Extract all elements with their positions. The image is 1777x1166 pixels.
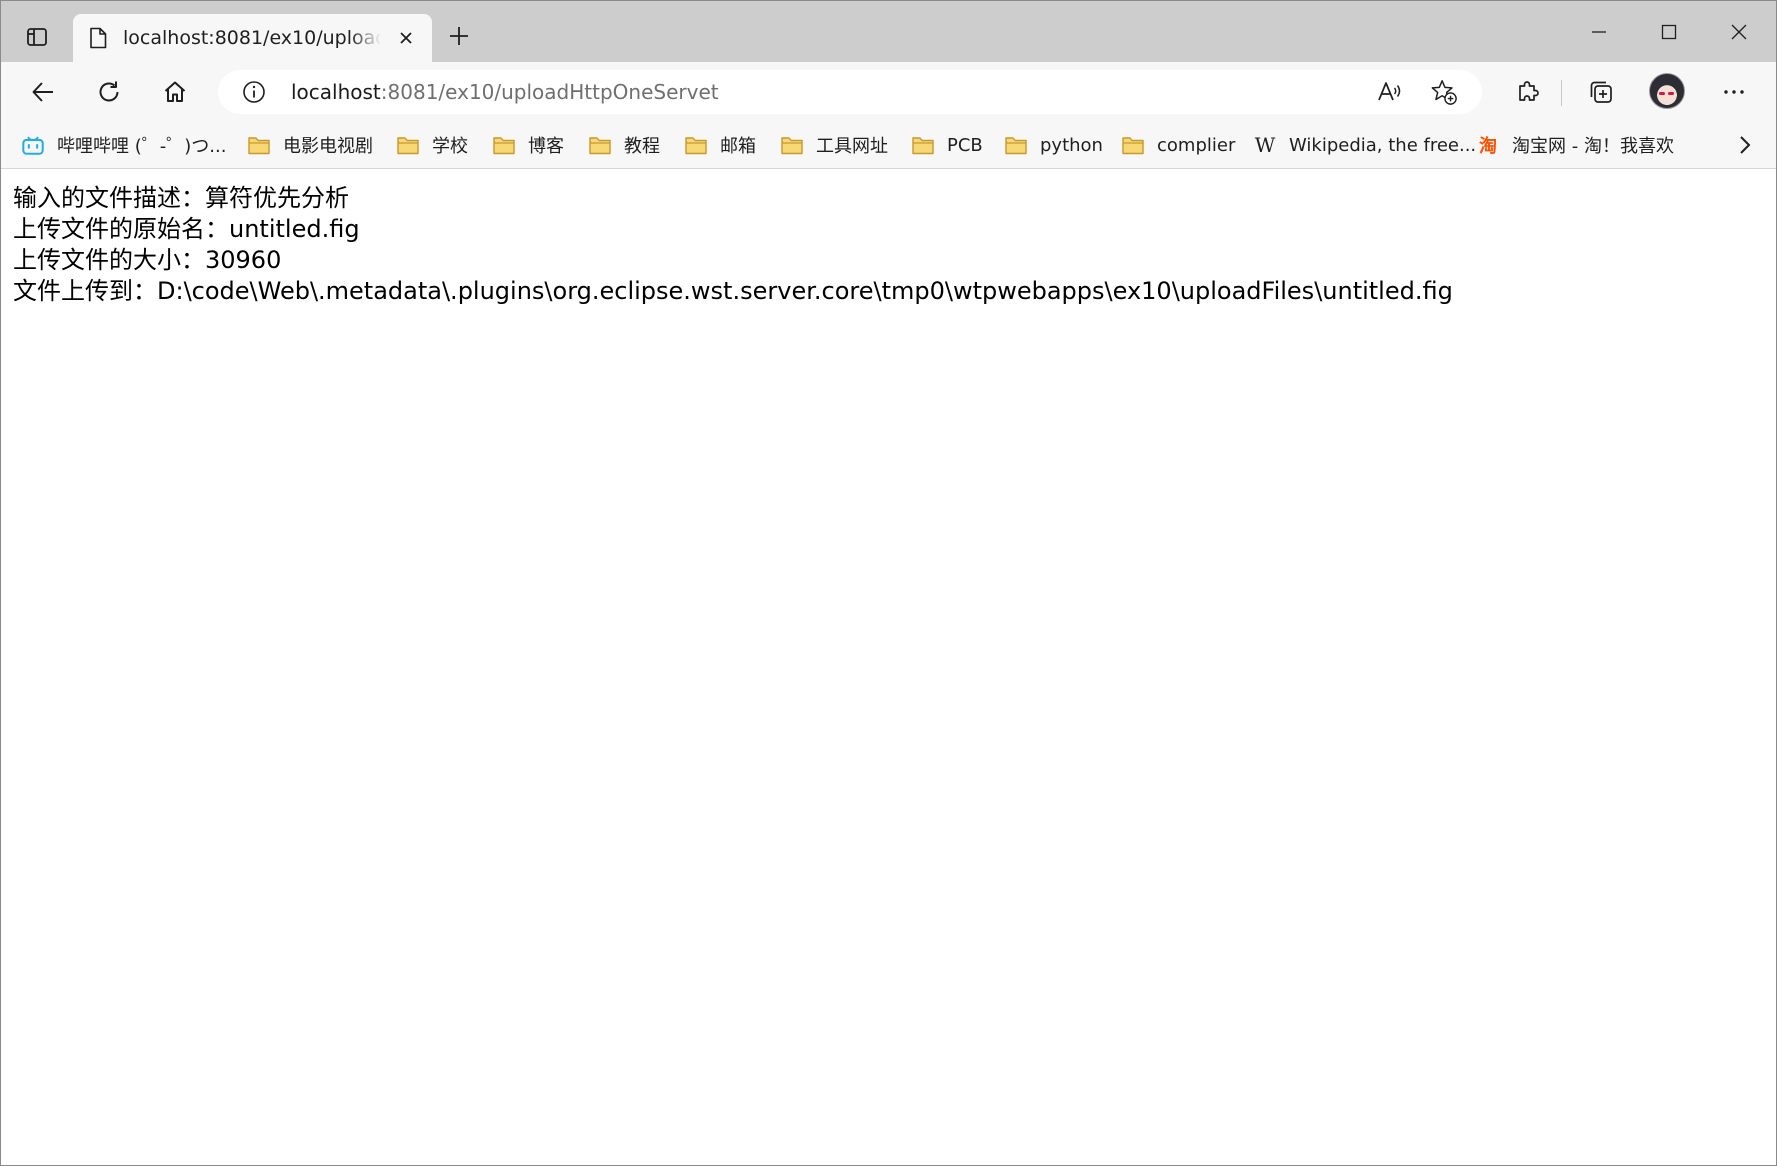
bookmark-taobao[interactable]: 淘 淘宝网 - 淘！我喜欢 <box>1476 122 1674 168</box>
maximize-icon <box>1661 24 1677 40</box>
bookmarks-bar: 哔哩哔哩 (゜-゜)つ... 电影电视剧 学校 博客 教程 邮箱 工具网址 PC… <box>1 122 1776 169</box>
file-description-line: 输入的文件描述：算符优先分析 <box>13 184 349 212</box>
navigation-toolbar: localhost:8081/ex10/uploadHttpOneServet <box>1 62 1776 122</box>
tab-actions-button[interactable] <box>19 19 55 55</box>
tab-active[interactable]: localhost:8081/ex10/uploadHttpOneServet <box>73 14 432 62</box>
back-button[interactable] <box>22 71 64 113</box>
puzzle-icon <box>1519 81 1539 101</box>
tab-strip: localhost:8081/ex10/uploadHttpOneServet <box>1 1 1776 62</box>
bookmark-label: 教程 <box>624 136 660 157</box>
upload-path-line: 文件上传到：D:\code\Web\.metadata\.plugins\org… <box>13 277 1453 305</box>
info-icon <box>243 81 265 103</box>
original-filename-line: 上传文件的原始名：untitled.fig <box>13 215 360 243</box>
bookmark-folder-tutorials[interactable]: 教程 <box>588 122 660 168</box>
home-icon <box>164 81 186 102</box>
bookmark-wikipedia[interactable]: W Wikipedia, the free... <box>1253 122 1476 168</box>
minimize-button[interactable] <box>1576 11 1622 53</box>
bookmark-folder-tools[interactable]: 工具网址 <box>780 122 888 168</box>
bookmarks-overflow-button[interactable] <box>1732 132 1758 158</box>
collections-icon <box>1590 81 1612 103</box>
bookmark-folder-blog[interactable]: 博客 <box>492 122 564 168</box>
read-aloud-icon <box>1378 82 1401 101</box>
plus-icon <box>450 27 468 45</box>
new-tab-button[interactable] <box>443 20 475 52</box>
site-info-button[interactable] <box>242 80 266 104</box>
more-dots-icon <box>1724 90 1744 94</box>
folder-icon <box>247 133 271 157</box>
folder-icon <box>588 133 612 157</box>
bookmark-label: complier <box>1157 134 1236 156</box>
tab-close-button[interactable] <box>394 26 418 50</box>
toolbar-divider <box>1561 80 1562 106</box>
maximize-button[interactable] <box>1646 11 1692 53</box>
bookmark-folder-python[interactable]: python <box>1004 122 1103 168</box>
chevron-right-icon <box>1740 136 1751 154</box>
bookmark-folder-complier[interactable]: complier <box>1121 122 1235 168</box>
refresh-button[interactable] <box>88 71 130 113</box>
folder-icon <box>1004 133 1028 157</box>
wikipedia-icon: W <box>1254 133 1276 157</box>
browser-window: localhost:8081/ex10/uploadHttpOneServet <box>0 0 1777 1166</box>
bookmark-bilibili[interactable]: 哔哩哔哩 (゜-゜)つ... <box>21 122 226 168</box>
window-close-button[interactable] <box>1716 11 1762 53</box>
bookmark-label: python <box>1040 134 1103 156</box>
close-icon <box>400 32 412 44</box>
bilibili-icon <box>21 133 45 157</box>
tab-actions-icon <box>27 28 47 46</box>
bookmark-label: 电影电视剧 <box>283 136 373 157</box>
page-content: 输入的文件描述：算符优先分析 上传文件的原始名：untitled.fig 上传文… <box>1 169 1776 1165</box>
refresh-icon <box>99 81 119 102</box>
taobao-icon: 淘 <box>1479 136 1497 157</box>
bookmark-label: 淘宝网 - 淘！我喜欢 <box>1512 136 1674 157</box>
bookmark-label: Wikipedia, the free... <box>1289 134 1477 156</box>
url-host: localhost <box>291 80 381 104</box>
folder-icon <box>911 133 935 157</box>
read-aloud-button[interactable] <box>1376 78 1404 106</box>
bookmark-folder-movies[interactable]: 电影电视剧 <box>247 122 373 168</box>
tab-title: localhost:8081/ex10/uploadHttpOneServet <box>123 27 381 49</box>
bookmark-folder-pcb[interactable]: PCB <box>911 122 983 168</box>
back-arrow-icon <box>32 82 53 102</box>
bookmark-label: 学校 <box>432 136 468 157</box>
address-bar[interactable]: localhost:8081/ex10/uploadHttpOneServet <box>218 70 1482 114</box>
extensions-button[interactable] <box>1507 71 1549 113</box>
bookmark-folder-school[interactable]: 学校 <box>396 122 468 168</box>
url-path: :8081/ex10/uploadHttpOneServet <box>380 80 719 104</box>
file-size-line: 上传文件的大小：30960 <box>13 246 282 274</box>
folder-icon <box>684 133 708 157</box>
folder-icon <box>492 133 516 157</box>
bookmark-label: 哔哩哔哩 (゜-゜)つ... <box>57 136 227 157</box>
url-text[interactable]: localhost:8081/ex10/uploadHttpOneServet <box>291 79 719 105</box>
folder-icon <box>396 133 420 157</box>
bookmark-folder-mail[interactable]: 邮箱 <box>684 122 756 168</box>
folder-icon <box>780 133 804 157</box>
bookmark-label: PCB <box>947 134 983 156</box>
minimize-icon <box>1592 31 1606 33</box>
profile-avatar[interactable] <box>1649 73 1685 109</box>
star-add-icon <box>1431 80 1457 105</box>
bookmark-label: 工具网址 <box>816 136 888 157</box>
add-favorite-button[interactable] <box>1430 78 1458 106</box>
bookmark-label: 博客 <box>528 136 564 157</box>
collections-button[interactable] <box>1580 71 1622 113</box>
home-button[interactable] <box>154 71 196 113</box>
bookmark-label: 邮箱 <box>720 136 756 157</box>
settings-menu-button[interactable] <box>1713 71 1755 113</box>
page-icon <box>90 27 107 49</box>
folder-icon <box>1121 133 1145 157</box>
close-icon <box>1731 24 1747 40</box>
